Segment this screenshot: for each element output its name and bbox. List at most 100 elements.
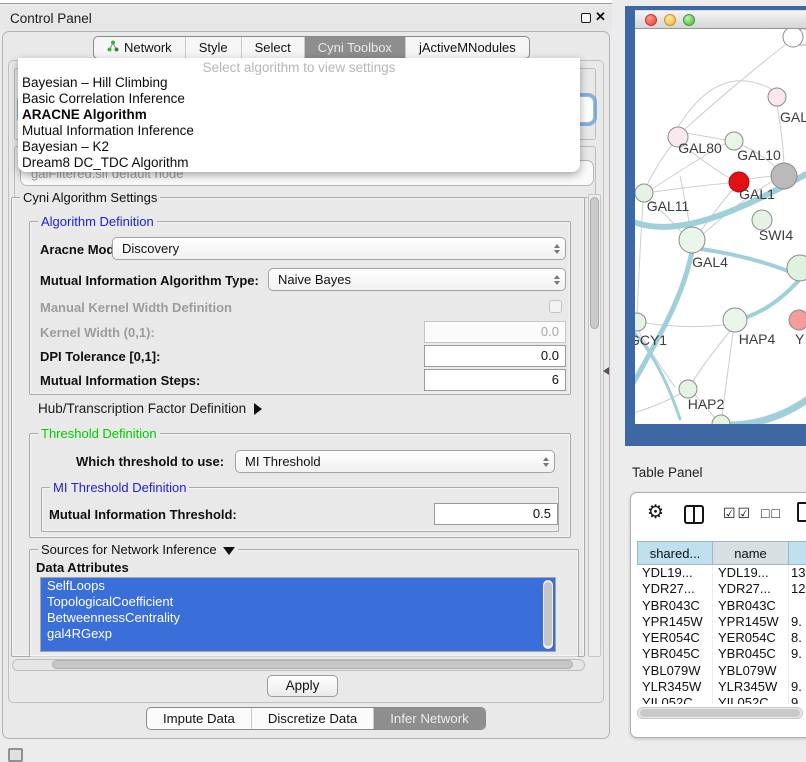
table-row[interactable]: YPR145WYPR145W9.: [637, 614, 806, 630]
network-edge[interactable]: [693, 330, 731, 381]
network-node[interactable]: [783, 29, 803, 47]
network-node-gcy1[interactable]: [635, 313, 646, 331]
new-table-icon[interactable]: [797, 502, 806, 522]
popup-item[interactable]: Mutual Information Inference: [18, 123, 580, 139]
close-panel-icon[interactable]: ✕: [595, 9, 606, 25]
table-cell: YLR345W: [713, 679, 789, 695]
network-node-hap4[interactable]: [723, 308, 747, 332]
manual-kernel-label: Manual Kernel Width Definition: [40, 300, 232, 315]
table-horizontal-scrollbar-thumb[interactable]: [640, 709, 800, 717]
network-edge[interactable]: [637, 201, 643, 315]
minimize-window-icon[interactable]: [664, 14, 676, 26]
table-row[interactable]: YER054CYER054C8.: [637, 630, 806, 646]
popup-item[interactable]: Bayesian – K2: [18, 139, 580, 155]
combo-stepper-icon: [538, 457, 554, 467]
attribute-list-item[interactable]: TopologicalCoefficient: [41, 594, 555, 610]
table-cell: YDL19...: [637, 565, 713, 581]
table-row[interactable]: YBL079WYBL079W: [637, 663, 806, 679]
aracne-mode-combobox[interactable]: Discovery: [112, 237, 566, 260]
network-edge[interactable]: [747, 176, 772, 179]
network-edge[interactable]: [653, 183, 730, 192]
attributes-list-scrollbar-thumb[interactable]: [544, 582, 552, 646]
network-node-label: SWI4: [759, 227, 793, 243]
network-edge[interactable]: [647, 144, 673, 185]
splitpane-collapse-icon[interactable]: [603, 367, 609, 375]
table-row[interactable]: YIL052CYIL052C9: [637, 695, 806, 704]
network-node[interactable]: [771, 163, 797, 189]
popup-item[interactable]: Bayesian – Hill Climbing: [18, 75, 580, 91]
tab-cyni-toolbox[interactable]: Cyni Toolbox: [304, 37, 405, 58]
attribute-list-item[interactable]: BetweennessCentrality: [41, 610, 555, 626]
sources-group-title[interactable]: Sources for Network Inference: [38, 542, 238, 557]
network-canvas-wrap: GALGAL80GAL10GAL1GAL11SWI4GAL4GCY1HAP4YH…: [635, 29, 806, 424]
tab-network[interactable]: Network: [94, 37, 185, 58]
mi-type-combobox[interactable]: Naive Bayes: [268, 268, 566, 291]
threshold-definition-title: Threshold Definition: [38, 426, 160, 441]
zoom-window-icon[interactable]: [683, 14, 695, 26]
bottom-tab-discretize-data[interactable]: Discretize Data: [251, 708, 373, 729]
deselect-all-checkboxes-icon[interactable]: □□: [761, 505, 782, 521]
mi-threshold-field[interactable]: 0.5: [434, 503, 558, 525]
network-node-gal4[interactable]: [679, 227, 705, 253]
network-node[interactable]: [787, 255, 806, 281]
network-node-label: GAL11: [647, 198, 690, 214]
attribute-list-item[interactable]: gal4RGexp: [41, 626, 555, 642]
table-cell: YER054C: [637, 630, 713, 646]
network-window-titlebar[interactable]: [635, 10, 806, 29]
network-node-label: GAL80: [678, 140, 722, 156]
gear-icon[interactable]: ⚙: [647, 501, 664, 524]
network-edge[interactable]: [646, 323, 724, 327]
settings-horizontal-scrollbar-thumb[interactable]: [52, 660, 573, 669]
network-node-label: Y: [795, 331, 805, 347]
close-window-icon[interactable]: [645, 14, 657, 26]
network-canvas[interactable]: GALGAL80GAL10GAL1GAL11SWI4GAL4GCY1HAP4YH…: [635, 29, 806, 424]
table-row[interactable]: YBR045CYBR045C9.: [637, 646, 806, 662]
which-threshold-combobox[interactable]: MI Threshold: [235, 450, 555, 473]
tab-label: Network: [124, 37, 172, 58]
apply-button[interactable]: Apply: [267, 675, 338, 697]
select-all-checkboxes-icon[interactable]: ☑☑: [723, 505, 752, 522]
network-edge[interactable]: [685, 45, 785, 129]
settings-vertical-scrollbar-thumb[interactable]: [590, 197, 599, 329]
tab-jactivemnodules[interactable]: jActiveMNodules: [405, 37, 529, 58]
popup-item[interactable]: Dream8 DC_TDC Algorithm: [18, 155, 580, 171]
network-node-gal[interactable]: [768, 88, 786, 106]
column-header-partial[interactable]: [789, 541, 806, 565]
network-edge[interactable]: [747, 279, 800, 317]
network-edge[interactable]: [685, 133, 726, 140]
kernel-width-field[interactable]: 0.0: [424, 321, 566, 343]
hub-definition-toggle[interactable]: Hub/Transcription Factor Definition: [38, 401, 262, 416]
network-icon: [107, 37, 119, 58]
manual-kernel-checkbox[interactable]: [549, 300, 562, 313]
bottom-tab-infer-network[interactable]: Infer Network: [373, 708, 484, 729]
network-node-y[interactable]: [789, 310, 806, 330]
dpi-tolerance-field[interactable]: 0.0: [424, 345, 566, 367]
mi-type-label: Mutual Information Algorithm Type:: [40, 273, 259, 288]
tab-label: Select: [255, 37, 291, 58]
network-edge[interactable]: [678, 81, 775, 127]
table-row[interactable]: YDR27...YDR27...12: [637, 581, 806, 597]
tab-style[interactable]: Style: [185, 37, 241, 58]
table-toolbar: ⚙ ☑☑ □□: [631, 493, 806, 537]
popup-item[interactable]: Basic Correlation Inference: [18, 91, 580, 107]
column-header-shared-name[interactable]: shared...: [637, 541, 713, 565]
attribute-list-item[interactable]: SelfLoops: [41, 578, 555, 594]
column-header-name[interactable]: name: [713, 541, 789, 565]
tab-label: Cyni Toolbox: [318, 37, 392, 58]
minimized-panel-icon[interactable]: [8, 748, 23, 762]
float-panel-icon[interactable]: [581, 13, 591, 23]
table-row[interactable]: YLR345WYLR345W9.: [637, 679, 806, 695]
table-horizontal-scrollbar[interactable]: [637, 707, 803, 719]
bottom-tab-impute-data[interactable]: Impute Data: [147, 708, 251, 729]
popup-item[interactable]: ARACNE Algorithm: [18, 107, 580, 123]
data-attributes-list[interactable]: SelfLoopsTopologicalCoefficientBetweenne…: [40, 577, 556, 652]
table-row[interactable]: YBR043CYBR043C: [637, 598, 806, 614]
split-columns-icon[interactable]: [684, 505, 704, 524]
tab-select[interactable]: Select: [241, 37, 304, 58]
network-node[interactable]: [712, 415, 730, 424]
table-row[interactable]: YDL19...YDL19...13: [637, 565, 806, 581]
mi-steps-field[interactable]: 6: [424, 369, 566, 391]
network-edge[interactable]: [721, 397, 806, 424]
aracne-mode-value: Discovery: [113, 241, 549, 256]
attributes-list-scrollbar[interactable]: [543, 580, 553, 649]
